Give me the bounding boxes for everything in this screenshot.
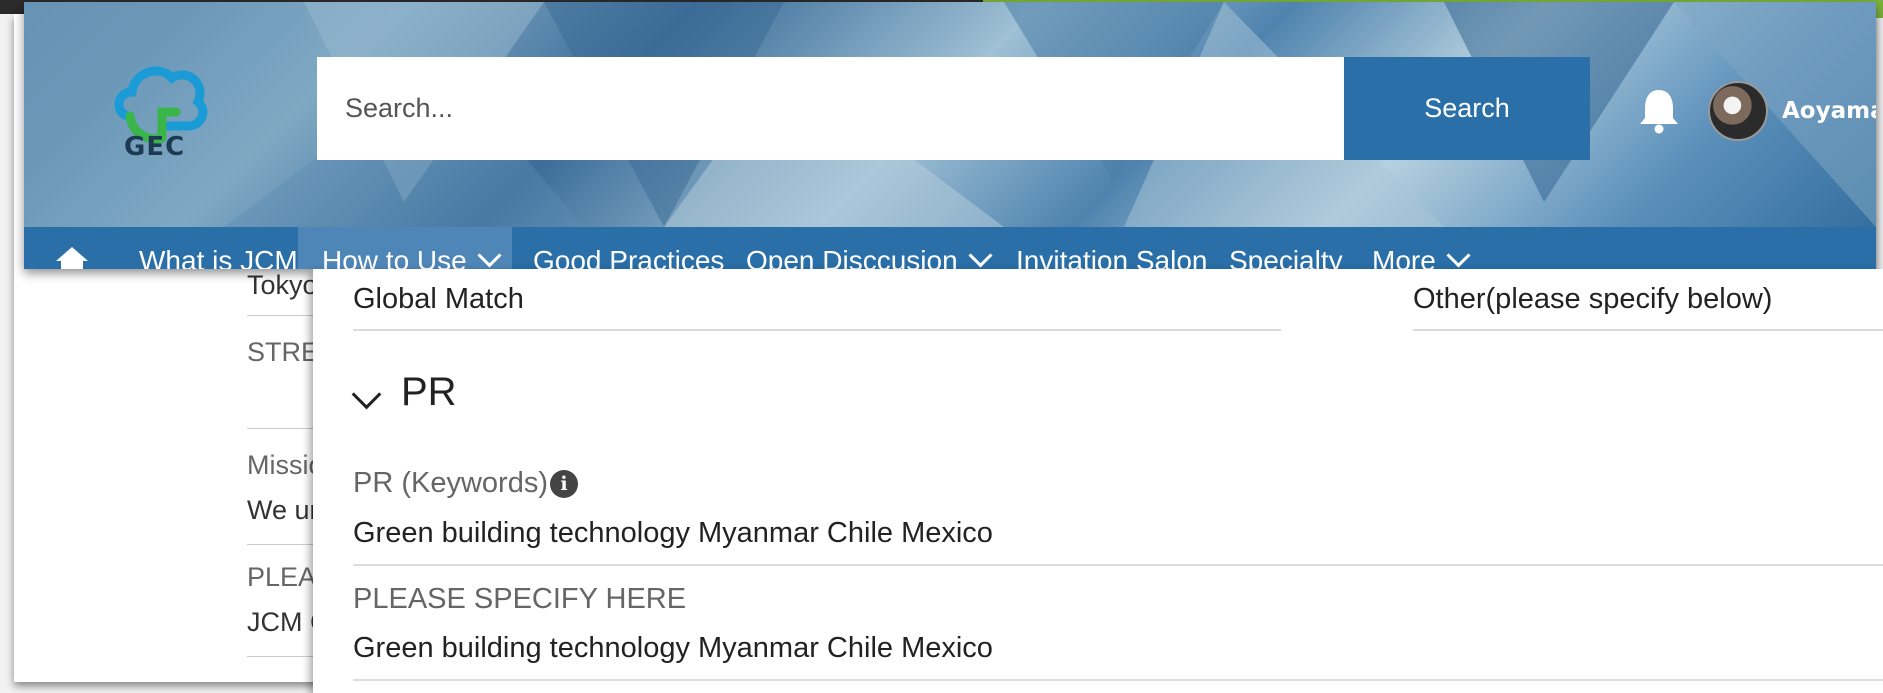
section-title-pr[interactable]: PR [401, 370, 457, 415]
divider [353, 679, 1883, 681]
nav-item-what-is-jcm[interactable]: What is JCM [139, 245, 298, 269]
nav-item-good-practices[interactable]: Good Practices [533, 245, 724, 269]
nav-item-label: Open Disccusion [746, 245, 958, 269]
nav-item-label: More [1372, 245, 1436, 269]
chevron-down-icon [1446, 243, 1471, 268]
pr-keywords-value: Green building technology Myanmar Chile … [353, 517, 993, 549]
main-nav: What is JCM How to Use Good Practices Op… [24, 227, 1876, 269]
avatar[interactable] [1708, 81, 1768, 141]
other-value: Other(please specify below) [1413, 283, 1773, 315]
nav-item-more[interactable]: More [1372, 243, 1471, 269]
pr-keywords-label-text: PR (Keywords) [353, 467, 548, 499]
nav-item-label: Invitation Salon [1016, 245, 1208, 269]
nav-item-open-discussion[interactable]: Open Disccusion [746, 243, 993, 269]
pr-keywords-label: PR (Keywords) i [353, 467, 578, 500]
specify-label: PLEASE SPECIFY HERE [353, 583, 687, 615]
search-input[interactable] [317, 57, 1344, 160]
search-button[interactable]: Search [1344, 57, 1590, 160]
user-name[interactable]: Aoyama [1782, 98, 1876, 124]
logo-text: GEC [124, 132, 186, 162]
chevron-down-icon [477, 243, 502, 268]
nav-item-label: What is JCM [139, 245, 298, 269]
nav-item-how-to-use[interactable]: How to Use [298, 227, 512, 269]
nav-item-label: Specialty [1229, 245, 1343, 269]
home-icon[interactable] [54, 245, 90, 269]
detail-panel: Global Match Other(please specify below)… [313, 269, 1883, 693]
divider [353, 564, 1883, 566]
nav-item-specialty[interactable]: Specialty [1229, 245, 1343, 269]
nav-item-label: How to Use [322, 245, 467, 269]
specify-value: Green building technology Myanmar Chile … [353, 632, 993, 664]
bell-icon[interactable] [1636, 86, 1682, 134]
global-match-value: Global Match [353, 283, 524, 315]
info-icon[interactable]: i [550, 470, 578, 499]
divider [353, 329, 1281, 331]
nav-item-label: Good Practices [533, 245, 725, 269]
chevron-down-icon[interactable] [351, 379, 382, 410]
chevron-down-icon [968, 243, 993, 268]
nav-item-invitation-salon[interactable]: Invitation Salon [1016, 245, 1207, 269]
divider [1413, 329, 1883, 331]
site-header: GEC Search Aoyama What is JCM How to Use… [24, 2, 1876, 269]
